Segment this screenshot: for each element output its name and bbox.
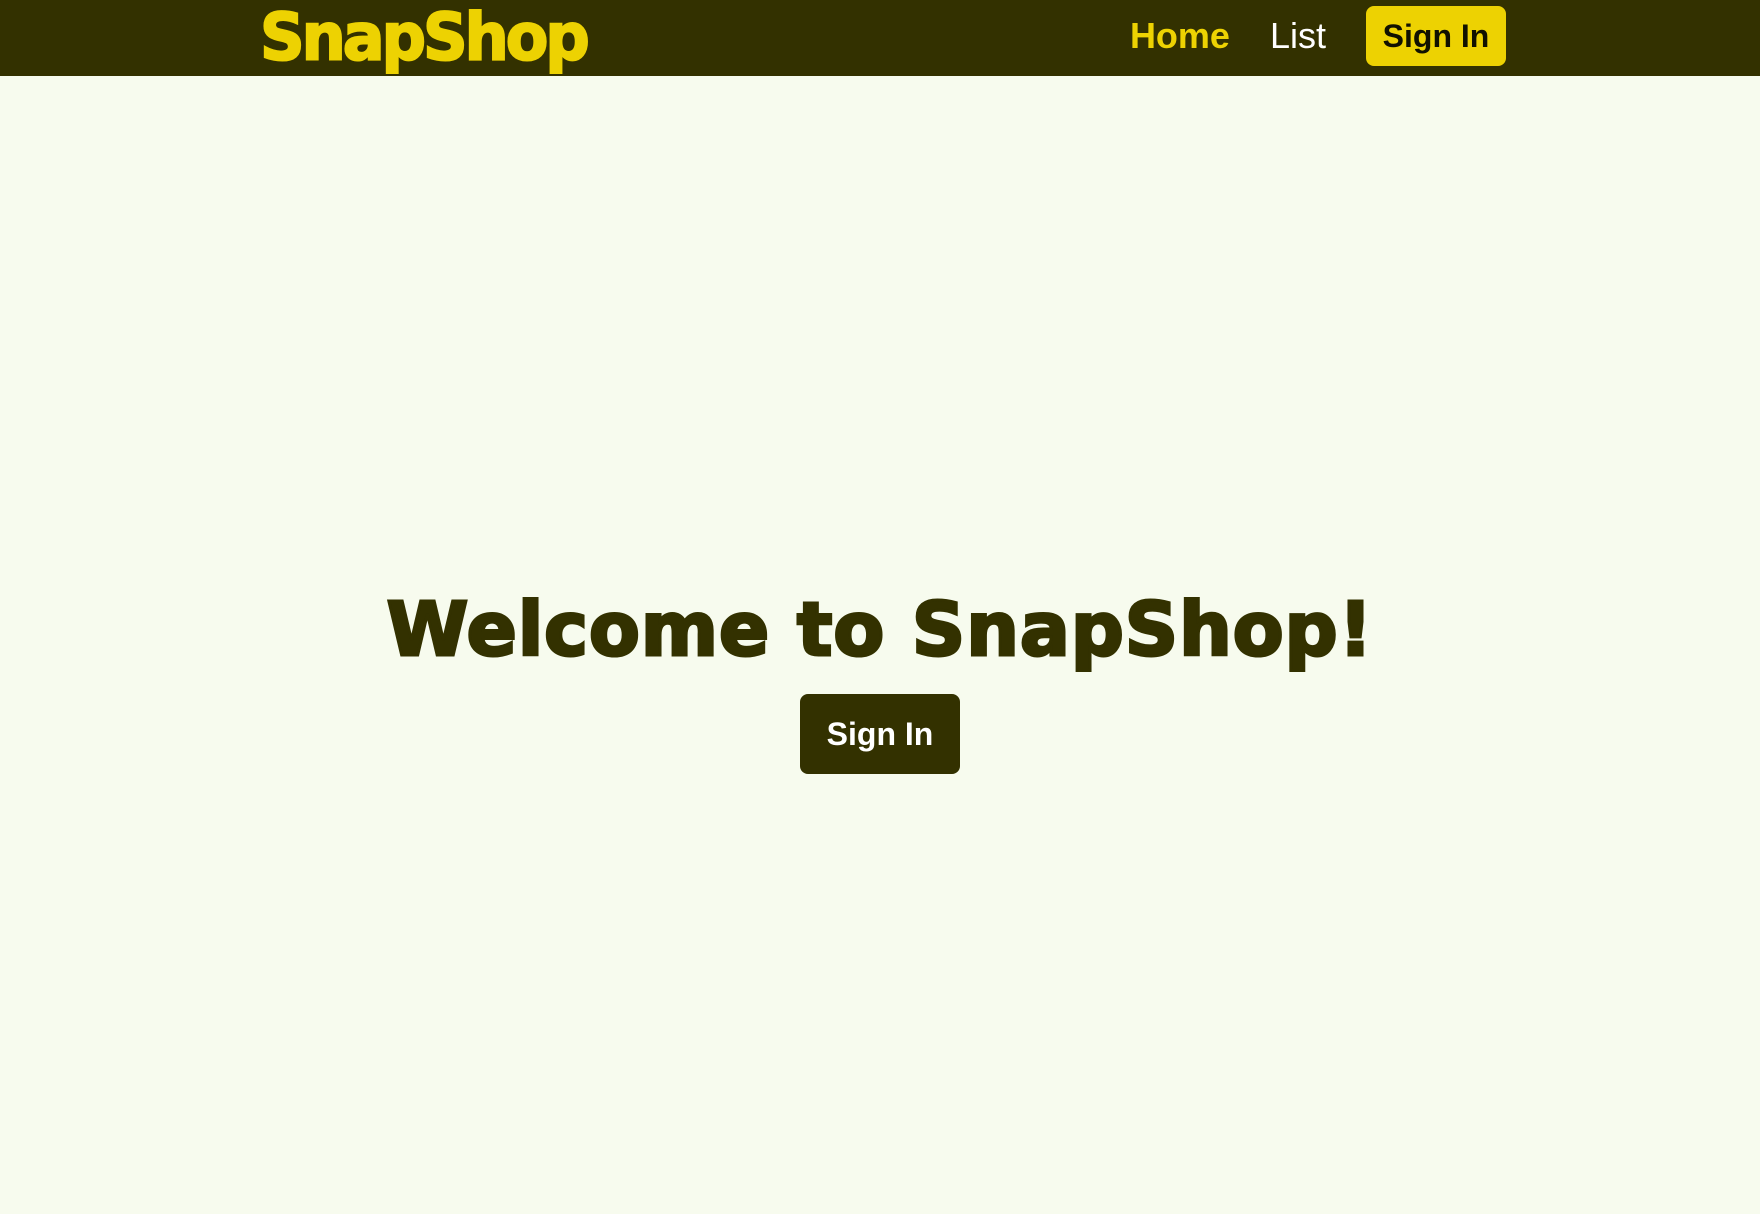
brand-logo[interactable]: SnapShop [259, 0, 591, 73]
welcome-heading: Welcome to SnapShop! [385, 586, 1374, 675]
nav-home-link[interactable]: Home [1130, 15, 1230, 57]
hero-section: Welcome to SnapShop! Sign In [0, 580, 1760, 774]
top-navbar: SnapShop Home List Sign In [0, 0, 1760, 76]
hero-sign-in-button[interactable]: Sign In [800, 694, 960, 774]
nav-links: Home List Sign In [1130, 6, 1506, 66]
nav-list-link[interactable]: List [1270, 15, 1326, 57]
nav-sign-in-button[interactable]: Sign In [1366, 6, 1506, 66]
